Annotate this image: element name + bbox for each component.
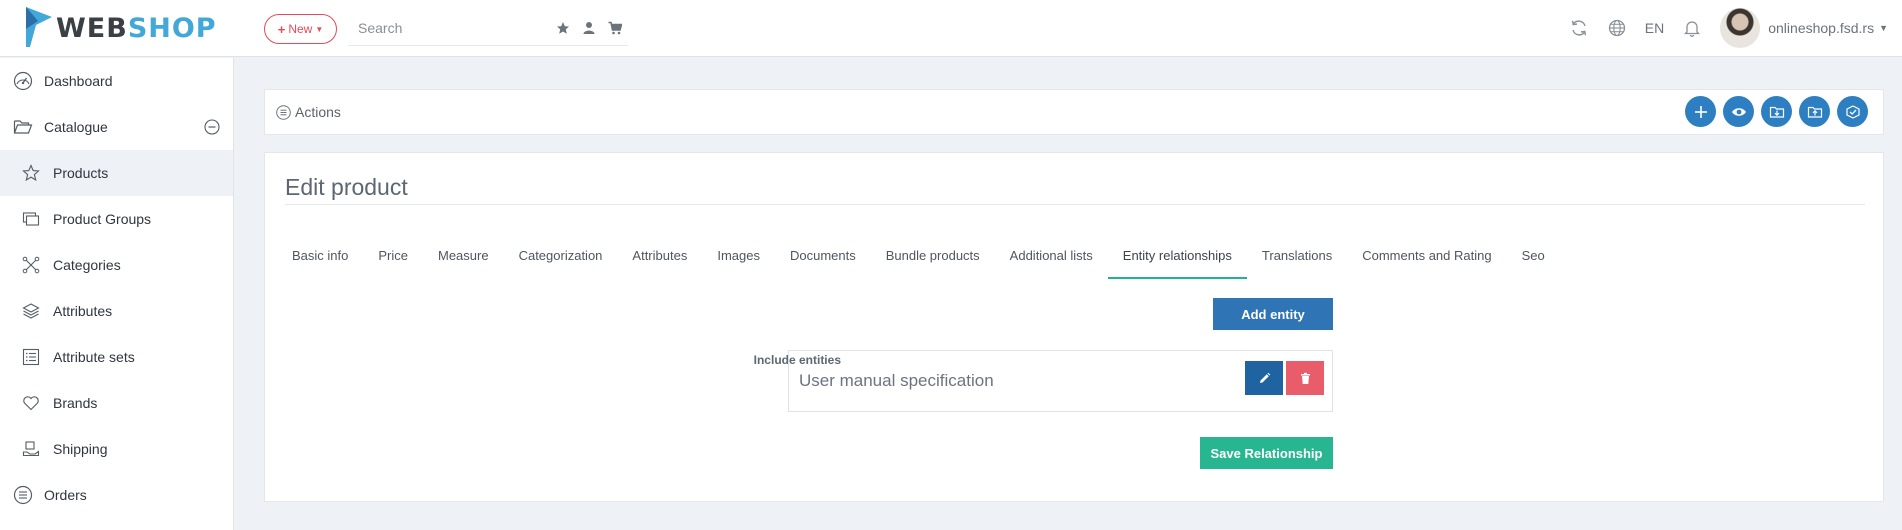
sidebar-item-label: Attribute sets (53, 349, 135, 365)
user-icon[interactable] (582, 21, 596, 35)
sidebar-item-label: Products (53, 165, 109, 181)
sidebar-item-label: Attributes (53, 303, 113, 319)
trash-icon (1300, 372, 1310, 384)
sidebar: Dashboard Catalogue Products Product Gro… (0, 58, 234, 530)
orders-icon (13, 485, 33, 505)
sidebar-item-attribute-sets[interactable]: Attribute sets (0, 334, 233, 380)
store-name[interactable]: onlineshop.fsd.rs (1768, 20, 1874, 36)
preview-button[interactable] (1723, 96, 1754, 127)
pencil-icon (1259, 372, 1270, 383)
folder-icon (13, 117, 33, 137)
tab-basic-info[interactable]: Basic info (277, 243, 363, 279)
product-groups-icon (22, 210, 40, 228)
notification-bell-icon[interactable] (1682, 18, 1702, 38)
actions-label: Actions (295, 104, 341, 120)
chevron-down-icon: ▼ (315, 24, 324, 34)
tab-categorization[interactable]: Categorization (504, 243, 618, 279)
tab-attributes[interactable]: Attributes (617, 243, 702, 279)
search-bar (348, 12, 628, 46)
tab-comments-and-rating[interactable]: Comments and Rating (1347, 243, 1506, 279)
entity-list-item: User manual specification (788, 350, 1333, 412)
sidebar-item-label: Product Groups (53, 211, 152, 227)
new-button[interactable]: + New ▼ (264, 14, 337, 44)
favorites-star-icon[interactable] (556, 21, 570, 35)
dashboard-icon (13, 71, 33, 91)
tab-documents[interactable]: Documents (775, 243, 871, 279)
save-relationship-button[interactable]: Save Relationship (1200, 437, 1333, 469)
import-button[interactable] (1761, 96, 1792, 127)
delete-entity-button[interactable] (1286, 361, 1324, 395)
chevron-down-icon[interactable]: ▼ (1879, 23, 1888, 33)
plus-icon: + (277, 21, 286, 37)
settings-button[interactable] (1837, 96, 1868, 127)
new-button-label: New (288, 22, 313, 36)
globe-icon[interactable] (1607, 18, 1627, 38)
plus-icon (1694, 105, 1707, 118)
avatar[interactable] (1720, 8, 1761, 48)
add-button[interactable] (1685, 96, 1716, 127)
language-selector[interactable]: EN (1645, 20, 1664, 36)
logo-text-shop: SHOP (127, 12, 217, 44)
shipping-icon (22, 440, 40, 458)
top-bar: WEBSHOP + New ▼ EN (0, 0, 1902, 57)
tab-entity-relationships[interactable]: Entity relationships (1107, 243, 1247, 279)
categories-icon (22, 256, 40, 274)
collapse-minus-icon[interactable] (204, 119, 220, 135)
add-entity-button[interactable]: Add entity (1213, 298, 1333, 330)
sidebar-item-label: Shipping (53, 441, 108, 457)
badge-check-icon (1845, 104, 1860, 119)
page-title: Edit product (285, 174, 408, 200)
tab-seo[interactable]: Seo (1507, 243, 1560, 279)
search-input[interactable] (348, 12, 548, 44)
heart-icon (22, 394, 40, 412)
sidebar-item-catalogue[interactable]: Catalogue (0, 104, 233, 150)
logo-text-web: WEB (56, 12, 128, 44)
tab-additional-lists[interactable]: Additional lists (995, 243, 1108, 279)
product-tabs: Basic info Price Measure Categorization … (277, 243, 1560, 279)
sidebar-item-attributes[interactable]: Attributes (0, 288, 233, 334)
folder-upload-icon (1807, 106, 1822, 118)
edit-entity-button[interactable] (1245, 361, 1283, 395)
sidebar-item-label: Categories (53, 257, 121, 273)
layers-icon (22, 302, 40, 320)
sidebar-item-label: Catalogue (44, 119, 108, 135)
menu-circle-icon (276, 104, 291, 120)
cart-icon[interactable] (608, 21, 623, 35)
tab-bundle-products[interactable]: Bundle products (871, 243, 995, 279)
tab-measure[interactable]: Measure (423, 243, 504, 279)
sidebar-item-products[interactable]: Products (0, 150, 233, 196)
folder-download-icon (1769, 106, 1784, 118)
star-icon (22, 164, 40, 182)
sidebar-item-shipping[interactable]: Shipping (0, 426, 233, 472)
refresh-icon[interactable] (1569, 18, 1589, 38)
entity-name: User manual specification (799, 371, 994, 390)
sidebar-item-orders[interactable]: Orders (0, 472, 233, 518)
sidebar-item-brands[interactable]: Brands (0, 380, 233, 426)
divider (285, 204, 1865, 205)
sidebar-item-categories[interactable]: Categories (0, 242, 233, 288)
tab-price[interactable]: Price (363, 243, 423, 279)
sidebar-item-label: Brands (53, 395, 98, 411)
eye-icon (1731, 107, 1746, 116)
sidebar-item-label: Orders (44, 487, 87, 503)
export-button[interactable] (1799, 96, 1830, 127)
actions-bar: Actions (264, 89, 1884, 135)
tab-images[interactable]: Images (702, 243, 775, 279)
edit-product-card: Edit product Basic info Price Measure Ca… (264, 152, 1884, 502)
logo[interactable]: WEBSHOP (24, 6, 217, 50)
tab-translations[interactable]: Translations (1247, 243, 1347, 279)
logo-flag-icon (26, 7, 52, 47)
actions-toggle[interactable]: Actions (276, 104, 341, 120)
list-icon (22, 348, 40, 366)
sidebar-item-product-groups[interactable]: Product Groups (0, 196, 233, 242)
sidebar-item-label: Dashboard (44, 73, 113, 89)
sidebar-item-dashboard[interactable]: Dashboard (0, 58, 233, 104)
